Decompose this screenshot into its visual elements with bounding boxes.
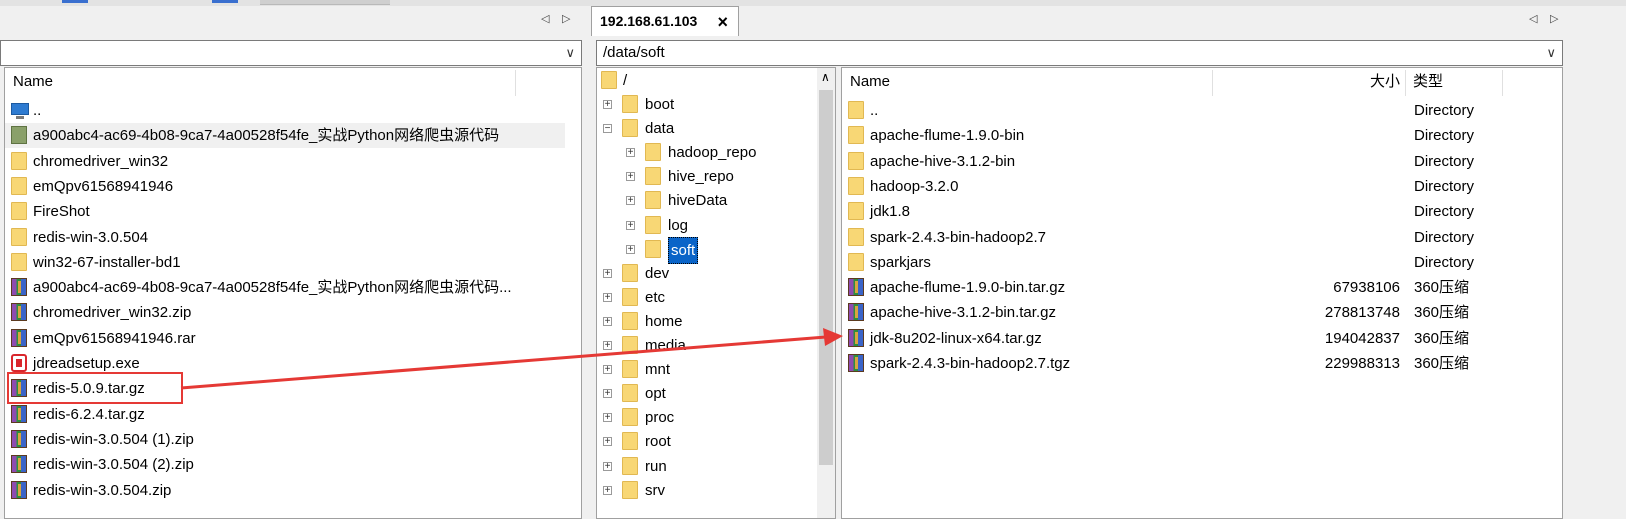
arrow-line	[180, 335, 827, 390]
annotation-arrow	[180, 328, 843, 390]
arrow-head	[823, 328, 843, 346]
